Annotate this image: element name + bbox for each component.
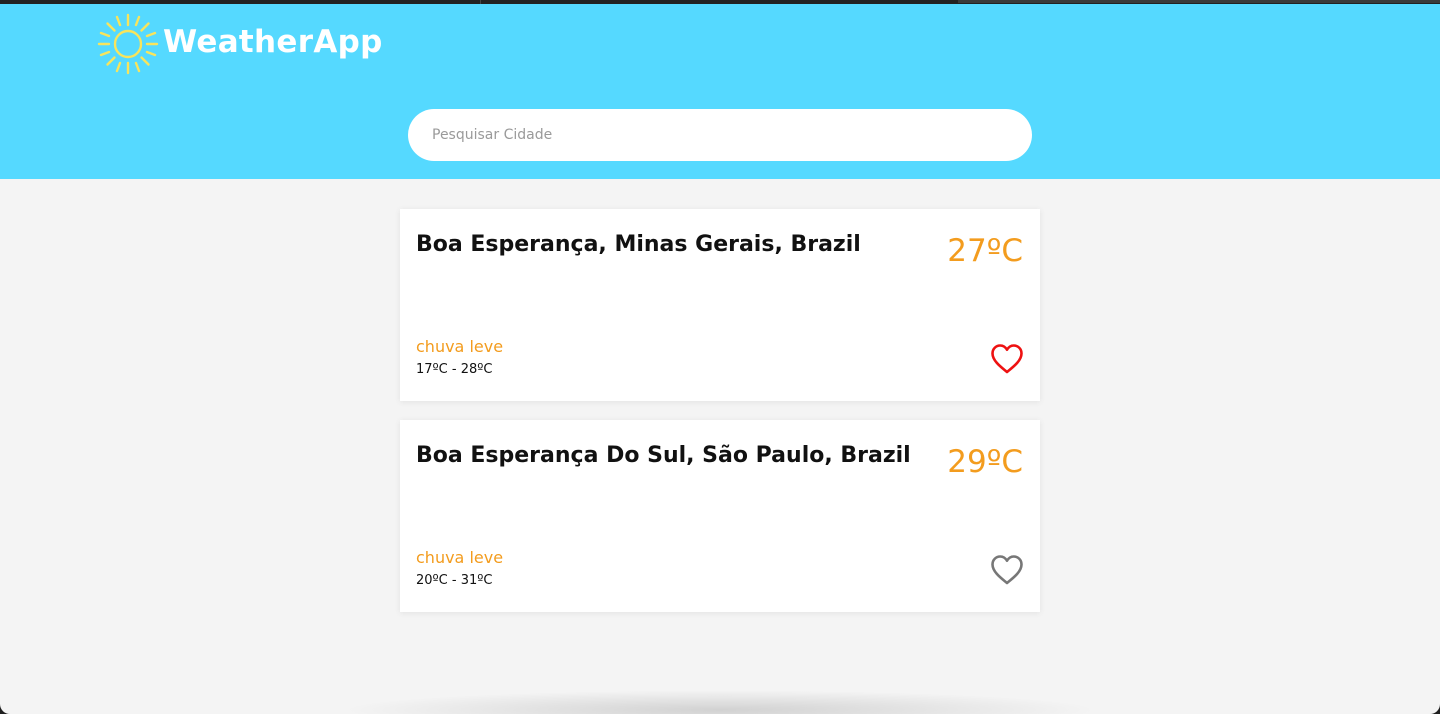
app-window: WeatherApp Boa Esperança, Minas Gerais, …: [0, 0, 1440, 714]
weather-condition: chuva leve: [416, 548, 504, 567]
city-name: Boa Esperança, Minas Gerais, Brazil: [416, 232, 861, 257]
bottom-shadow: [340, 690, 1100, 714]
temperature-range: 20ºC - 31ºC: [416, 573, 493, 588]
heart-icon: [991, 344, 1023, 374]
temperature: 27ºC: [947, 233, 1023, 269]
city-name: Boa Esperança Do Sul, São Paulo, Brazil: [416, 443, 911, 468]
weather-card[interactable]: Boa Esperança, Minas Gerais, Brazil 27ºC…: [400, 209, 1040, 401]
logo[interactable]: WeatherApp: [97, 13, 383, 75]
favorite-button[interactable]: [990, 343, 1024, 375]
sun-icon: [97, 13, 159, 75]
favorite-button[interactable]: [990, 554, 1024, 586]
temperature-range: 17ºC - 28ºC: [416, 362, 493, 377]
heart-outline-icon: [991, 555, 1023, 585]
temperature: 29ºC: [947, 444, 1023, 480]
weather-condition: chuva leve: [416, 337, 504, 356]
search-input[interactable]: [408, 109, 1032, 161]
weather-card[interactable]: Boa Esperança Do Sul, São Paulo, Brazil …: [400, 420, 1040, 612]
strip-segment: [958, 0, 1440, 3]
app-header: WeatherApp: [0, 4, 1440, 179]
app-title: WeatherApp: [163, 24, 383, 60]
